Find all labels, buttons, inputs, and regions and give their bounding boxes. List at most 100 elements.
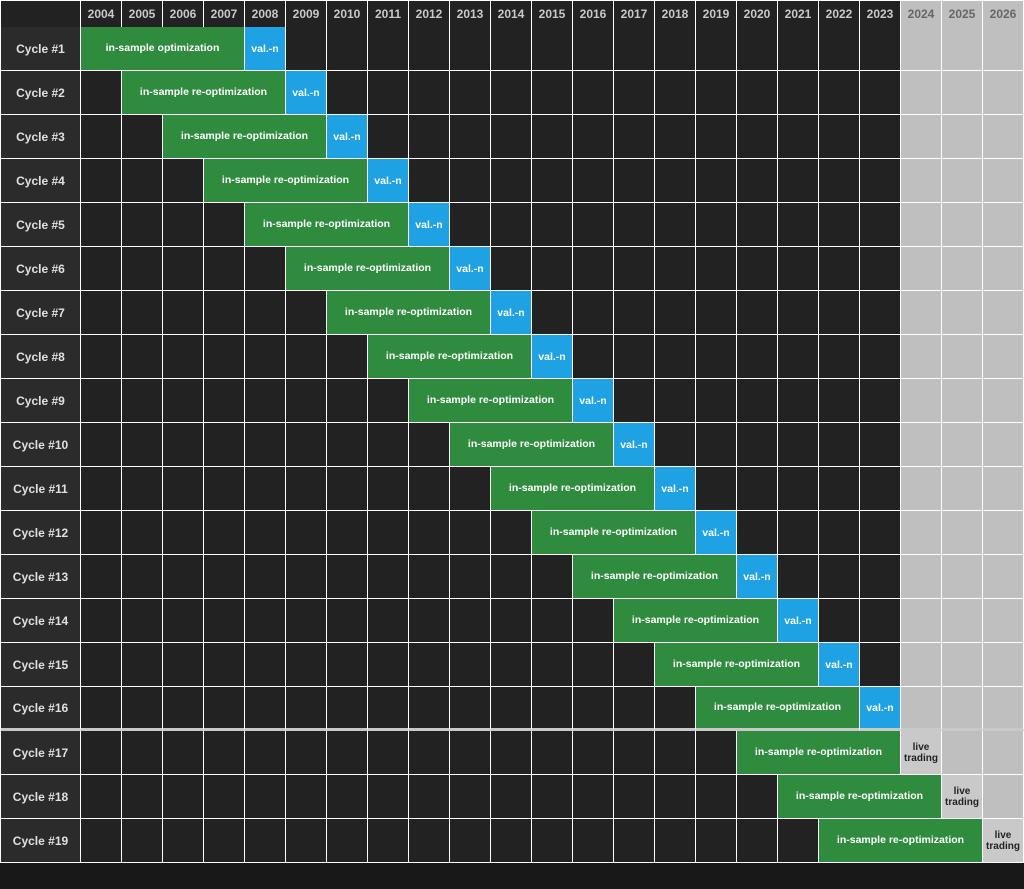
empty-cell xyxy=(450,159,491,203)
empty-cell xyxy=(532,71,573,115)
empty-cell xyxy=(573,115,614,159)
empty-cell xyxy=(901,27,942,71)
empty-cell xyxy=(983,115,1024,159)
empty-cell xyxy=(614,775,655,819)
empty-cell xyxy=(163,379,204,423)
empty-cell xyxy=(409,511,450,555)
empty-cell xyxy=(819,115,860,159)
empty-cell xyxy=(327,467,368,511)
empty-cell xyxy=(368,423,409,467)
empty-cell xyxy=(491,775,532,819)
empty-cell xyxy=(860,467,901,511)
empty-cell xyxy=(204,423,245,467)
empty-cell xyxy=(245,643,286,687)
year-header: 2023 xyxy=(860,1,901,28)
validation-block: val.-n xyxy=(573,379,614,423)
empty-cell xyxy=(819,291,860,335)
empty-cell xyxy=(368,687,409,731)
empty-cell xyxy=(942,511,983,555)
empty-cell xyxy=(655,159,696,203)
empty-cell xyxy=(696,203,737,247)
year-header: 2021 xyxy=(778,1,819,28)
empty-cell xyxy=(81,643,122,687)
empty-cell xyxy=(696,467,737,511)
empty-cell xyxy=(942,27,983,71)
empty-cell xyxy=(614,379,655,423)
re-optimization-block: in-sample re-optimization xyxy=(614,599,778,643)
year-header: 2007 xyxy=(204,1,245,28)
empty-cell xyxy=(655,27,696,71)
empty-cell xyxy=(942,687,983,731)
empty-cell xyxy=(778,203,819,247)
validation-block: val.-n xyxy=(450,247,491,291)
empty-cell xyxy=(737,379,778,423)
empty-cell xyxy=(532,731,573,775)
empty-cell xyxy=(737,247,778,291)
empty-cell xyxy=(901,247,942,291)
re-optimization-block: in-sample re-optimization xyxy=(409,379,573,423)
empty-cell xyxy=(819,203,860,247)
re-optimization-block: in-sample re-optimization xyxy=(819,819,983,863)
empty-cell xyxy=(983,511,1024,555)
empty-cell xyxy=(983,291,1024,335)
empty-cell xyxy=(204,555,245,599)
validation-block: val.-n xyxy=(778,599,819,643)
empty-cell xyxy=(614,643,655,687)
empty-cell xyxy=(286,775,327,819)
year-header: 2014 xyxy=(491,1,532,28)
empty-cell xyxy=(204,819,245,863)
empty-cell xyxy=(204,643,245,687)
empty-cell xyxy=(163,159,204,203)
empty-cell xyxy=(737,423,778,467)
empty-cell xyxy=(204,511,245,555)
cycle-label: Cycle #4 xyxy=(1,159,81,203)
empty-cell xyxy=(286,27,327,71)
empty-cell xyxy=(204,335,245,379)
empty-cell xyxy=(81,687,122,731)
empty-cell xyxy=(655,291,696,335)
validation-block: val.-n xyxy=(368,159,409,203)
validation-block: val.-n xyxy=(532,335,573,379)
year-header: 2012 xyxy=(409,1,450,28)
empty-cell xyxy=(204,379,245,423)
empty-cell xyxy=(778,159,819,203)
empty-cell xyxy=(450,819,491,863)
empty-cell xyxy=(901,291,942,335)
year-header: 2024 xyxy=(901,1,942,28)
empty-cell xyxy=(450,203,491,247)
empty-cell xyxy=(819,335,860,379)
re-optimization-block: in-sample re-optimization xyxy=(778,775,942,819)
empty-cell xyxy=(819,71,860,115)
empty-cell xyxy=(286,731,327,775)
empty-cell xyxy=(122,731,163,775)
empty-cell xyxy=(327,423,368,467)
empty-cell xyxy=(778,511,819,555)
empty-cell xyxy=(327,379,368,423)
empty-cell xyxy=(901,159,942,203)
re-optimization-block: in-sample re-optimization xyxy=(368,335,532,379)
empty-cell xyxy=(696,159,737,203)
empty-cell xyxy=(286,379,327,423)
empty-cell xyxy=(491,159,532,203)
validation-block: val.-n xyxy=(245,27,286,71)
cycle-label: Cycle #11 xyxy=(1,467,81,511)
empty-cell xyxy=(860,71,901,115)
cycle-label: Cycle #5 xyxy=(1,203,81,247)
empty-cell xyxy=(368,467,409,511)
empty-cell xyxy=(532,291,573,335)
empty-cell xyxy=(204,687,245,731)
empty-cell xyxy=(778,71,819,115)
empty-cell xyxy=(942,379,983,423)
empty-cell xyxy=(983,423,1024,467)
empty-cell xyxy=(327,643,368,687)
empty-cell xyxy=(983,775,1024,819)
empty-cell xyxy=(655,71,696,115)
validation-block: val.-n xyxy=(614,423,655,467)
empty-cell xyxy=(860,203,901,247)
empty-cell xyxy=(327,27,368,71)
re-optimization-block: in-sample re-optimization xyxy=(491,467,655,511)
empty-cell xyxy=(737,335,778,379)
empty-cell xyxy=(983,335,1024,379)
empty-cell xyxy=(491,599,532,643)
live-trading-block: live trading xyxy=(983,819,1024,863)
